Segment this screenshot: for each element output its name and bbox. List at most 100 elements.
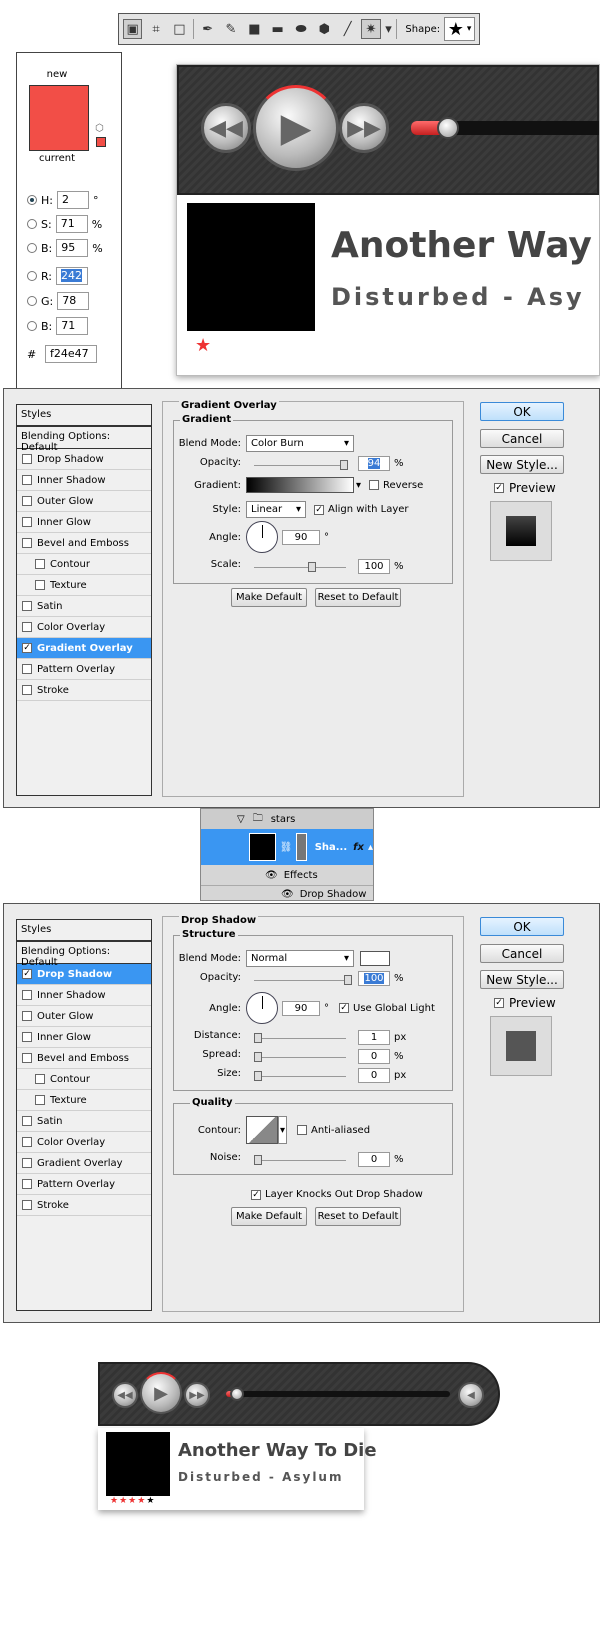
style-item[interactable]: ✓ Gradient Overlay <box>17 638 151 659</box>
noise-input[interactable]: 0 <box>358 1152 390 1167</box>
ok-button[interactable]: OK <box>480 402 564 421</box>
style-checkbox[interactable]: ✓ <box>22 643 32 653</box>
style-checkbox[interactable] <box>22 496 32 506</box>
rating-stars[interactable]: ★★★★★ <box>110 1496 155 1506</box>
noise-slider[interactable] <box>254 1155 346 1165</box>
seek-knob[interactable] <box>230 1387 244 1401</box>
volume-icon[interactable]: ◀ <box>458 1382 484 1408</box>
star-icon[interactable]: ★ <box>195 335 211 356</box>
reset-default-button[interactable]: Reset to Default <box>315 588 401 607</box>
preview-checkbox[interactable]: ✓ <box>494 998 504 1008</box>
distance-input[interactable]: 1 <box>358 1030 390 1045</box>
line-tool-icon[interactable]: ╱ <box>338 19 357 39</box>
b-input[interactable]: 95 <box>56 239 89 257</box>
g-radio[interactable] <box>27 296 37 306</box>
style-checkbox[interactable] <box>35 1095 45 1105</box>
style-item[interactable]: Inner Shadow <box>17 985 151 1006</box>
star-icon[interactable]: ★ <box>119 1496 128 1506</box>
size-input[interactable]: 0 <box>358 1068 390 1083</box>
fill-pixels-icon[interactable]: □ <box>170 19 189 39</box>
blending-options[interactable]: Blending Options: Default <box>17 942 151 968</box>
layer-group-row[interactable]: ▽ 🗀 stars <box>201 809 373 829</box>
ellipse-tool-icon[interactable]: ⬬ <box>291 19 310 39</box>
style-item[interactable]: Pattern Overlay <box>17 1174 151 1195</box>
g-input[interactable]: 78 <box>57 292 90 310</box>
opacity-thumb[interactable] <box>340 460 348 470</box>
style-item[interactable]: Satin <box>17 1111 151 1132</box>
style-checkbox[interactable] <box>22 1032 32 1042</box>
h-radio[interactable] <box>27 195 37 205</box>
eye-icon[interactable]: 👁 <box>281 889 294 900</box>
distance-slider[interactable] <box>254 1033 346 1043</box>
r-radio[interactable] <box>27 271 37 281</box>
h-input[interactable]: 2 <box>56 191 89 209</box>
blue-input[interactable]: 71 <box>56 317 89 335</box>
style-checkbox[interactable] <box>22 990 32 1000</box>
angle-dial[interactable] <box>246 521 278 553</box>
style-checkbox[interactable] <box>22 1011 32 1021</box>
style-item[interactable]: Contour <box>17 554 151 575</box>
opacity-thumb[interactable] <box>344 975 352 985</box>
star-icon[interactable]: ★ <box>110 1496 119 1506</box>
style-item[interactable]: Texture <box>17 575 151 596</box>
style-checkbox[interactable] <box>22 517 32 527</box>
styles-header[interactable]: Styles <box>17 920 151 942</box>
blend-mode-select[interactable]: Color Burn ▾ <box>246 435 354 452</box>
style-checkbox[interactable] <box>22 1200 32 1210</box>
styles-header[interactable]: Styles <box>17 405 151 427</box>
fx-icon[interactable]: fx <box>353 842 364 853</box>
spread-slider[interactable] <box>254 1052 346 1062</box>
layer-row[interactable]: ⛓ Sha... fx ▴ <box>201 829 373 865</box>
opacity-slider[interactable] <box>254 460 348 470</box>
rounded-rectangle-tool-icon[interactable]: ▬ <box>268 19 287 39</box>
spread-input[interactable]: 0 <box>358 1049 390 1064</box>
contour-preview[interactable] <box>246 1116 278 1144</box>
style-checkbox[interactable] <box>35 1074 45 1084</box>
style-checkbox[interactable] <box>22 1158 32 1168</box>
chevron-down-icon[interactable]: ▾ <box>278 1116 288 1144</box>
chevron-down-icon[interactable]: ▾ <box>356 480 361 491</box>
shape-layers-icon[interactable]: ▣ <box>123 19 143 39</box>
scale-thumb[interactable] <box>308 562 316 572</box>
size-thumb[interactable] <box>254 1071 262 1081</box>
style-checkbox[interactable] <box>22 622 32 632</box>
star-icon[interactable]: ★ <box>128 1496 137 1506</box>
style-item[interactable]: Inner Glow <box>17 512 151 533</box>
style-checkbox[interactable] <box>22 475 32 485</box>
scale-input[interactable]: 100 <box>358 559 390 574</box>
style-checkbox[interactable] <box>35 559 45 569</box>
style-checkbox[interactable] <box>35 580 45 590</box>
r-input[interactable]: 242 <box>56 267 89 285</box>
distance-thumb[interactable] <box>254 1033 262 1043</box>
reset-default-button[interactable]: Reset to Default <box>315 1207 401 1226</box>
opacity-input[interactable]: 94 <box>358 456 390 471</box>
style-checkbox[interactable] <box>22 1116 32 1126</box>
cancel-button[interactable]: Cancel <box>480 429 564 448</box>
style-checkbox[interactable] <box>22 1179 32 1189</box>
seek-knob[interactable] <box>437 117 459 139</box>
style-item[interactable]: Bevel and Emboss <box>17 1048 151 1069</box>
eye-icon[interactable]: 👁 <box>265 870 278 881</box>
new-style-button[interactable]: New Style... <box>480 455 564 474</box>
shape-picker[interactable]: ★ ▾ <box>444 17 476 41</box>
drop-shadow-effect-row[interactable]: 👁 Drop Shadow <box>201 885 373 902</box>
size-slider[interactable] <box>254 1071 346 1081</box>
freeform-pen-icon[interactable]: ✎ <box>221 19 240 39</box>
style-select[interactable]: Linear ▾ <box>246 501 306 518</box>
scale-slider[interactable] <box>254 562 346 572</box>
custom-shape-tool-icon[interactable]: ✷ <box>361 19 381 39</box>
style-item[interactable]: Contour <box>17 1069 151 1090</box>
style-item[interactable]: Gradient Overlay <box>17 1153 151 1174</box>
b-radio[interactable] <box>27 243 37 253</box>
star-icon[interactable]: ★ <box>146 1496 155 1506</box>
star-icon[interactable]: ★ <box>137 1496 146 1506</box>
style-checkbox[interactable] <box>22 601 32 611</box>
blue-radio[interactable] <box>27 321 37 331</box>
angle-dial[interactable] <box>246 992 278 1024</box>
rewind-icon[interactable]: ◀◀ <box>112 1382 138 1408</box>
s-radio[interactable] <box>27 219 37 229</box>
style-item[interactable]: Inner Shadow <box>17 470 151 491</box>
style-checkbox[interactable]: ✓ <box>22 969 32 979</box>
blending-options[interactable]: Blending Options: Default <box>17 427 151 453</box>
style-checkbox[interactable] <box>22 664 32 674</box>
